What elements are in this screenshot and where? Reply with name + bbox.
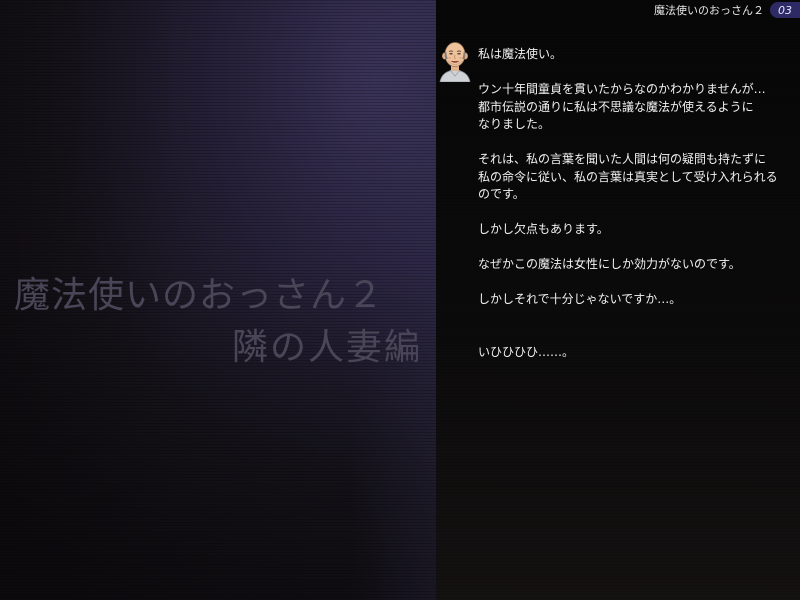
cover-panel: 魔法使いのおっさん２ 隣の人妻編 — [0, 0, 436, 600]
dialogue-line: それは、私の言葉を聞いた人間は何の疑問も持たずに — [478, 152, 767, 166]
dialogue-line — [478, 204, 788, 222]
dialogue-line: のです。 — [478, 187, 525, 201]
dialogue-line: いひひひひ……。 — [478, 344, 575, 359]
dialogue-line: しかし欠点もあります。 — [478, 222, 609, 236]
dialogue-box[interactable]: 私は魔法使い。ウン十年間童貞を貫いたからなのかわかりませんが… 都市伝説の通りに私… — [478, 46, 788, 361]
dialogue-line — [478, 134, 788, 152]
page-number-badge: 03 — [770, 2, 800, 18]
game-subtitle: 隣の人妻編 — [232, 327, 423, 368]
dialogue-line: なぜかこの魔法は女性にしか効力がないのです。 — [478, 257, 741, 271]
header-title: 魔法使いのおっさん２ — [654, 4, 764, 17]
dialogue-line: なりました。 — [478, 117, 551, 131]
dialogue-line — [478, 274, 788, 292]
dialogue-line — [478, 64, 788, 82]
dialogue-line — [478, 309, 788, 327]
dialogue-line: 都市伝説の通りに私は不思議な魔法が使えるように — [478, 99, 754, 114]
game-title: 魔法使いのおっさん２ — [14, 275, 385, 316]
dialogue-line — [478, 326, 788, 344]
dialogue-line: しかしそれで十分じゃないですか…。 — [478, 292, 682, 306]
dialogue-line: 私は魔法使い。 — [478, 47, 563, 61]
dialogue-line — [478, 239, 788, 257]
page-header: 魔法使いのおっさん２ 03 — [654, 0, 800, 20]
dialogue-line: ウン十年間童貞を貫いたからなのかわかりませんが… — [478, 82, 766, 96]
dialogue-line: 私の命令に従い、私の言葉は真実として受け入れられる — [478, 169, 778, 184]
bald-old-man-avatar-icon — [438, 40, 472, 83]
